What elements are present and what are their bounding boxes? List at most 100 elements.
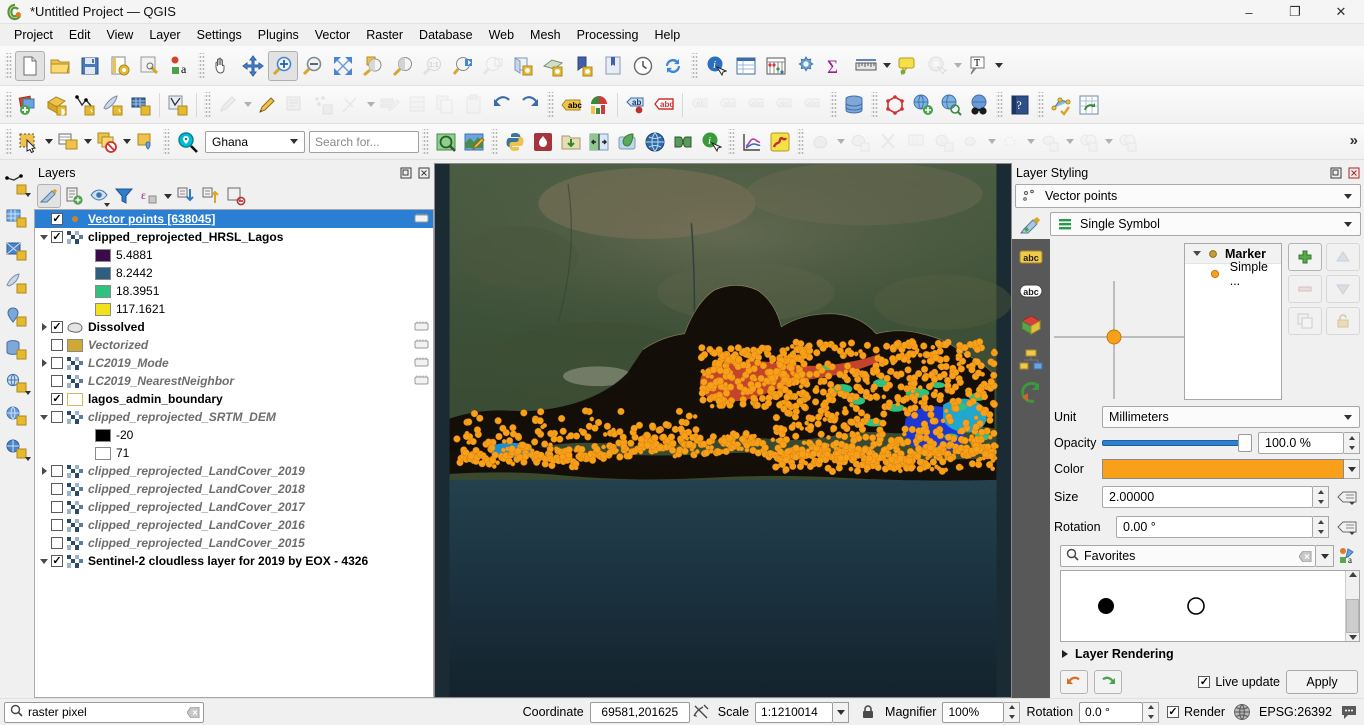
opacity-handle[interactable] (1238, 434, 1252, 452)
expand-all-button[interactable] (174, 184, 198, 208)
opacity-value-field[interactable]: 100.0 % (1258, 432, 1344, 454)
new-print-layout-button[interactable] (105, 51, 135, 81)
chevron-right-icon[interactable] (37, 462, 51, 480)
close-button[interactable]: ✕ (1318, 0, 1364, 24)
layer-tree-item[interactable]: ✓ clipped_reprojected_HRSL_Lagos (35, 228, 433, 246)
layer-visibility-checkbox[interactable]: ✓ (51, 393, 63, 405)
swipe-tool-button[interactable] (585, 128, 613, 156)
modify-attributes-button[interactable] (376, 91, 404, 119)
annotations-dropdown-caret[interactable] (952, 52, 963, 80)
zoom-out-button[interactable] (298, 51, 328, 81)
add-vector-layer-button[interactable] (43, 91, 71, 119)
layer-visibility-checkbox[interactable] (51, 483, 63, 495)
layer-labeling-options-button[interactable]: abc (557, 91, 585, 119)
database-manager-button[interactable] (840, 91, 868, 119)
plugin-grip-2[interactable] (422, 129, 429, 155)
identify-features-button[interactable]: i (701, 51, 731, 81)
opacity-stepper[interactable] (1344, 432, 1360, 454)
convex-hull-caret[interactable] (986, 128, 997, 156)
add-group-button[interactable] (62, 184, 86, 208)
lock-scale-icon[interactable] (857, 702, 879, 722)
chevron-down-icon[interactable] (1189, 245, 1205, 263)
tab-labels[interactable]: abc (1017, 245, 1045, 269)
layer-tree-item[interactable]: LC2019_Mode (35, 354, 433, 372)
layer-visibility-checkbox[interactable] (51, 519, 63, 531)
menu-processing[interactable]: Processing (569, 26, 647, 44)
opacity-slider[interactable] (1102, 432, 1252, 454)
size-field[interactable]: 2.00000 (1102, 486, 1313, 508)
style-manager-icon[interactable]: a (1334, 547, 1360, 565)
layer-visibility-checkbox[interactable]: ✓ (51, 231, 63, 243)
zoom-full-button[interactable] (328, 51, 358, 81)
layer-visibility-checkbox[interactable] (51, 339, 63, 351)
manage-layers-grip[interactable] (5, 92, 12, 118)
select-by-expression-caret[interactable] (82, 128, 93, 156)
open-data-source-manager-button[interactable] (15, 91, 43, 119)
messages-icon[interactable] (1338, 702, 1360, 722)
rotation-stepper[interactable] (1143, 702, 1159, 723)
text-annotation-caret[interactable] (993, 52, 1004, 80)
menu-edit[interactable]: Edit (61, 26, 99, 44)
style-manager-button[interactable]: a (165, 51, 195, 81)
layer-edit-indicator-icon[interactable] (414, 320, 429, 333)
chevron-down-icon[interactable] (37, 552, 51, 570)
buffer-tool-button[interactable] (807, 128, 835, 156)
add-mesh-layer-button[interactable] (127, 91, 155, 119)
add-virtual-layer-sidebar-icon[interactable] (4, 370, 30, 396)
redo-button[interactable] (516, 91, 544, 119)
menu-mesh[interactable]: Mesh (522, 26, 569, 44)
menu-settings[interactable]: Settings (189, 26, 250, 44)
highlight-pinned-labels-button[interactable]: ab (622, 91, 650, 119)
locator-search-box[interactable]: raster pixel (4, 702, 204, 723)
label-grip[interactable] (547, 92, 554, 118)
map-canvas[interactable] (434, 163, 1012, 698)
deselect-caret[interactable] (121, 128, 132, 156)
maximize-button[interactable]: ❐ (1272, 0, 1318, 24)
help-contents-button[interactable]: ? (1006, 91, 1034, 119)
select-value-button[interactable] (132, 128, 160, 156)
region-combobox[interactable]: Ghana (205, 131, 305, 153)
layer-edit-indicator-icon[interactable] (414, 338, 429, 351)
collapse-all-button[interactable] (199, 184, 223, 208)
centroids-button[interactable] (1036, 128, 1064, 156)
digitizing-grip[interactable] (204, 92, 211, 118)
layer-edit-indicator-icon[interactable] (414, 374, 429, 387)
plot-tool-button[interactable] (738, 128, 766, 156)
layer-tree-item[interactable]: ✓ Sentinel-2 cloudless layer for 2019 by … (35, 552, 433, 570)
layer-edit-indicator-icon[interactable] (414, 356, 429, 369)
new-3d-map-view-button[interactable] (538, 51, 568, 81)
attributes-grip[interactable] (691, 53, 698, 79)
intersect-button[interactable] (1075, 128, 1103, 156)
crs-globe-icon[interactable] (1231, 702, 1253, 722)
vertex-tool-button[interactable] (337, 91, 365, 119)
centroids-caret[interactable] (1064, 128, 1075, 156)
tab-masks[interactable]: abc (1017, 279, 1045, 303)
symbol-search-box[interactable]: Favorites (1060, 545, 1316, 567)
layout-manager-button[interactable] (135, 51, 165, 81)
add-spatialite-sidebar-icon[interactable] (4, 304, 30, 330)
float-icon[interactable] (1328, 166, 1343, 181)
mesh-grip[interactable] (871, 92, 878, 118)
chevron-down-icon[interactable] (37, 408, 51, 426)
move-up-button[interactable] (1326, 243, 1360, 271)
geoprocessing-grip[interactable] (797, 129, 804, 155)
toggle-editing-button[interactable] (253, 91, 281, 119)
current-edits-button[interactable] (214, 91, 242, 119)
metasearch-button[interactable] (937, 91, 965, 119)
manage-map-themes-button[interactable] (87, 184, 111, 208)
toolbar-overflow-button[interactable]: » (1350, 132, 1358, 149)
layer-tree-item[interactable]: -20 (35, 426, 433, 444)
current-edits-caret[interactable] (242, 91, 253, 119)
layer-diagram-options-button[interactable] (585, 91, 613, 119)
menu-project[interactable]: Project (6, 26, 61, 44)
scale-field[interactable]: 1:1210014 (755, 702, 833, 723)
gallery-item-filled-circle[interactable] (1061, 593, 1151, 619)
menu-view[interactable]: View (98, 26, 141, 44)
color-swatch-button[interactable] (1102, 459, 1344, 479)
measure-dropdown-caret[interactable] (881, 52, 892, 80)
layer-tree-item[interactable]: 117.1621 (35, 300, 433, 318)
new-virtual-layer-button[interactable] (164, 91, 192, 119)
copy-features-button[interactable] (432, 91, 460, 119)
add-delimited-text-layer-button[interactable] (99, 91, 127, 119)
processing-toolbox-button[interactable] (791, 51, 821, 81)
